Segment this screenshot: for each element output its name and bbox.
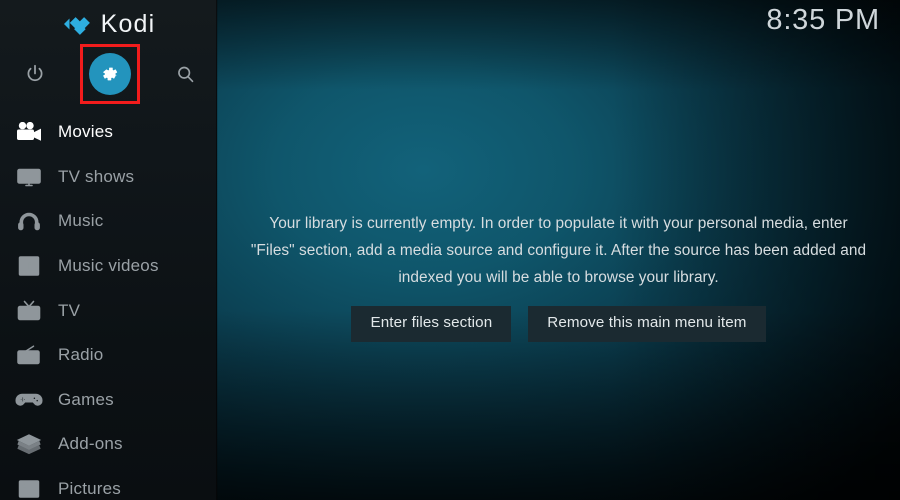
sidebar-item-tv-shows[interactable]: TV shows (0, 155, 217, 200)
settings-circle (89, 53, 131, 95)
main-content: 8:35 PM Your library is currently empty.… (217, 0, 900, 500)
pictures-icon (10, 474, 48, 500)
sidebar-item-movies[interactable]: Movies (0, 110, 217, 155)
sidebar: Kodi (0, 0, 217, 500)
remove-main-menu-item-button[interactable]: Remove this main menu item (528, 306, 765, 342)
search-icon (175, 64, 196, 85)
kodi-logo-icon (62, 11, 92, 37)
sidebar-item-music[interactable]: Music (0, 199, 217, 244)
headphones-icon (10, 206, 48, 236)
sidebar-item-label: Add-ons (58, 434, 123, 454)
clock: 8:35 PM (766, 4, 880, 37)
gear-icon (100, 64, 120, 84)
gamepad-icon (10, 385, 48, 415)
sidebar-item-label: Movies (58, 122, 113, 142)
empty-library-panel: Your library is currently empty. In orde… (217, 210, 900, 342)
sidebar-item-label: Pictures (58, 479, 121, 499)
kodi-home-screen: Kodi (0, 0, 900, 500)
enter-files-section-button[interactable]: Enter files section (351, 306, 511, 342)
tv-monitor-icon (10, 162, 48, 192)
sidebar-item-pictures[interactable]: Pictures (0, 467, 217, 500)
sidebar-item-label: TV shows (58, 167, 134, 187)
kodi-logo: Kodi (0, 6, 217, 42)
sidebar-item-label: TV (58, 301, 80, 321)
sidebar-divider (216, 0, 218, 500)
settings-button[interactable] (80, 44, 140, 104)
sidebar-item-games[interactable]: Games (0, 378, 217, 423)
main-menu: Movies TV shows (0, 110, 217, 500)
sidebar-item-label: Music videos (58, 256, 159, 276)
music-film-icon (10, 251, 48, 281)
empty-library-actions: Enter files section Remove this main men… (351, 306, 765, 342)
search-button[interactable] (155, 44, 215, 104)
sidebar-item-label: Music (58, 211, 103, 231)
power-button[interactable] (5, 44, 65, 104)
sidebar-item-label: Games (58, 390, 114, 410)
sidebar-item-add-ons[interactable]: Add-ons (0, 422, 217, 467)
sidebar-item-radio[interactable]: Radio (0, 333, 217, 378)
empty-library-message: Your library is currently empty. In orde… (249, 210, 869, 291)
sidebar-top-actions (0, 44, 217, 104)
kodi-logo-text: Kodi (101, 12, 156, 37)
television-icon (10, 296, 48, 326)
sidebar-item-music-videos[interactable]: Music videos (0, 244, 217, 289)
sidebar-item-label: Radio (58, 345, 103, 365)
addons-box-icon (10, 429, 48, 459)
movie-camera-icon (10, 117, 48, 147)
radio-icon (10, 340, 48, 370)
sidebar-item-tv[interactable]: TV (0, 288, 217, 333)
